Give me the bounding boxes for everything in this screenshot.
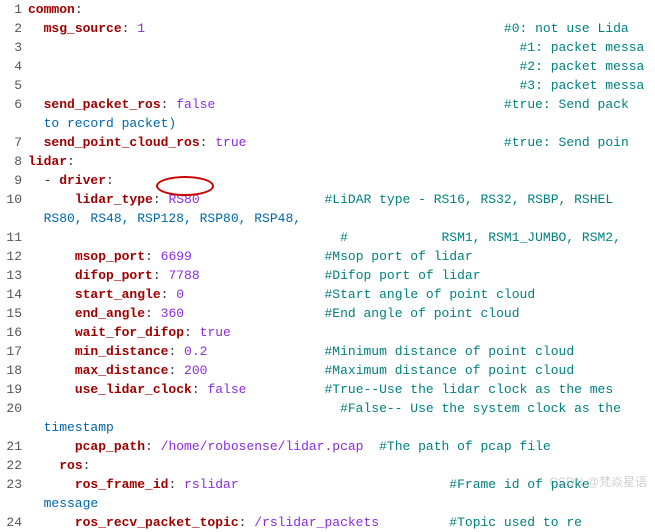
line-number: 7 [0,133,22,152]
code-line: difop_port: 7788 #Difop port of lidar [28,266,655,285]
code-line: - driver: [28,171,655,190]
code-line: msop_port: 6699 #Msop port of lidar [28,247,655,266]
code-line: end_angle: 360 #End angle of point cloud [28,304,655,323]
line-number: 12 [0,247,22,266]
code-line: timestamp [28,418,655,437]
code-line: lidar_type: RS80 #LiDAR type - RS16, RS3… [28,190,655,209]
code-line: ros_recv_packet_topic: /rslidar_packets … [28,513,655,532]
line-number: 5 [0,76,22,95]
line-number: 15 [0,304,22,323]
line-number: 14 [0,285,22,304]
code-line: to record packet) [28,114,655,133]
line-number: 13 [0,266,22,285]
line-number-gutter: 123456789101112131415161718192021222324 [0,0,28,532]
code-line: start_angle: 0 #Start angle of point clo… [28,285,655,304]
code-editor: 123456789101112131415161718192021222324 … [0,0,655,532]
line-number [0,418,22,437]
line-number [0,494,22,513]
line-number: 18 [0,361,22,380]
line-number: 24 [0,513,22,532]
line-number: 4 [0,57,22,76]
code-line: pcap_path: /home/robosense/lidar.pcap #T… [28,437,655,456]
code-line: wait_for_difop: true [28,323,655,342]
line-number [0,114,22,133]
line-number: 1 [0,0,22,19]
watermark: CSDN @梵焱星语 [549,473,647,490]
line-number: 2 [0,19,22,38]
line-number: 17 [0,342,22,361]
code-line: #2: packet messa [28,57,655,76]
line-number: 9 [0,171,22,190]
code-line: send_point_cloud_ros: true #true: Send p… [28,133,655,152]
code-line: min_distance: 0.2 #Minimum distance of p… [28,342,655,361]
line-number: 16 [0,323,22,342]
code-line: # RSM1, RSM1_JUMBO, RSM2, [28,228,655,247]
line-number: 8 [0,152,22,171]
line-number: 20 [0,399,22,418]
code-line: msg_source: 1 #0: not use Lida [28,19,655,38]
line-number [0,209,22,228]
code-line: send_packet_ros: false #true: Send pack [28,95,655,114]
code-line: common: [28,0,655,19]
code-line: max_distance: 200 #Maximum distance of p… [28,361,655,380]
line-number: 11 [0,228,22,247]
line-number: 3 [0,38,22,57]
line-number: 22 [0,456,22,475]
code-line: RS80, RS48, RSP128, RSP80, RSP48, [28,209,655,228]
line-number: 19 [0,380,22,399]
line-number: 10 [0,190,22,209]
line-number: 21 [0,437,22,456]
code-content[interactable]: common: msg_source: 1 #0: not use Lida #… [28,0,655,532]
code-line: #False-- Use the system clock as the [28,399,655,418]
code-line: #1: packet messa [28,38,655,57]
code-line: message [28,494,655,513]
code-line: use_lidar_clock: false #True--Use the li… [28,380,655,399]
line-number: 23 [0,475,22,494]
code-line: #3: packet messa [28,76,655,95]
line-number: 6 [0,95,22,114]
code-line: lidar: [28,152,655,171]
